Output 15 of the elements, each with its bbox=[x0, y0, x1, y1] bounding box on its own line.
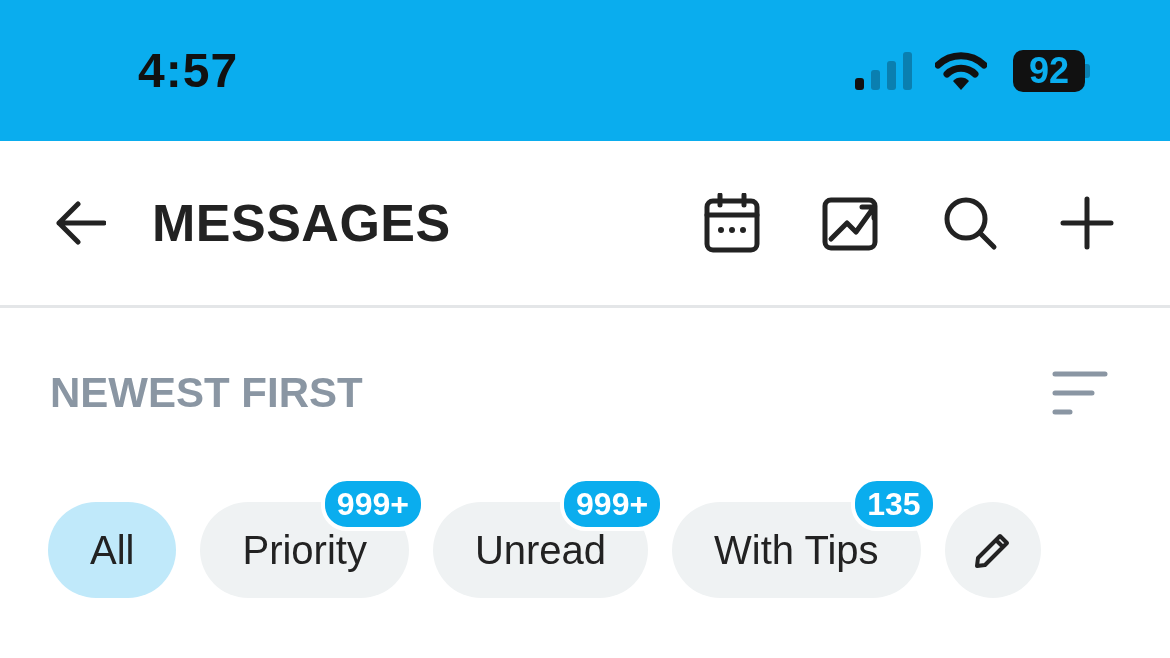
wifi-icon bbox=[935, 51, 987, 90]
status-time: 4:57 bbox=[138, 43, 239, 98]
calendar-icon[interactable] bbox=[704, 193, 760, 253]
filter-chip[interactable]: All bbox=[48, 502, 177, 598]
signal-icon bbox=[855, 51, 913, 90]
sort-label: NEWEST FIRST bbox=[50, 369, 363, 417]
page-title: MESSAGES bbox=[152, 193, 451, 253]
pencil-icon bbox=[973, 531, 1012, 569]
plus-icon[interactable] bbox=[1060, 196, 1114, 250]
back-icon[interactable] bbox=[54, 201, 106, 245]
image-chart-icon[interactable] bbox=[822, 195, 880, 251]
search-icon[interactable] bbox=[942, 195, 998, 251]
sort-icon[interactable] bbox=[1052, 371, 1108, 415]
battery-tip bbox=[1085, 63, 1090, 78]
battery-level: 92 bbox=[1028, 49, 1069, 92]
